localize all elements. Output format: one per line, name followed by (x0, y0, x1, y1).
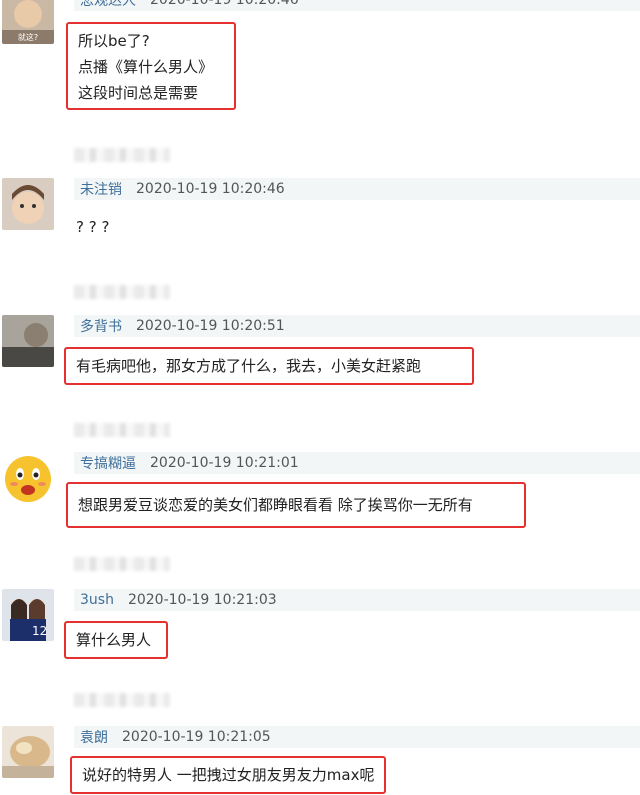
comment-text: 说好的特男人 一把拽过女朋友男友力max呢 (70, 756, 386, 794)
username-link[interactable]: 袁朗 (80, 727, 108, 747)
blurred-area (74, 148, 170, 162)
username-link[interactable]: 未注销 (80, 179, 122, 199)
timestamp: 2020-10-19 10:21:05 (122, 729, 271, 745)
blurred-area (74, 693, 170, 707)
comment-text: 有毛病吧他，那女方成了什么，我去，小美女赶紧跑 (64, 347, 474, 385)
timestamp: 2020-10-19 10:20:46 (150, 0, 299, 8)
avatar[interactable]: 就这? (2, 0, 54, 44)
comment-text: ? ? ? (76, 218, 109, 236)
username-link[interactable]: 专搞糊逼 (80, 453, 136, 473)
avatar[interactable] (2, 315, 54, 367)
comment-text: 算什么男人 (64, 621, 168, 659)
timestamp: 2020-10-19 10:20:46 (136, 181, 285, 197)
blurred-area (74, 423, 170, 437)
username-link[interactable]: 3ush (80, 592, 114, 608)
comment-line: 说好的特男人 一把拽过女朋友男友力max呢 (82, 766, 375, 784)
comment-meta: 袁朗 2020-10-19 10:21:05 (74, 726, 640, 748)
comment-text: 所以be了? 点播《算什么男人》 这段时间总是需要 (66, 22, 236, 110)
comment-line: 点播《算什么男人》 (78, 58, 214, 76)
avatar[interactable] (2, 178, 54, 230)
comment-line: 算什么男人 (76, 631, 152, 649)
avatar[interactable]: 12 (2, 589, 54, 641)
svg-text:12: 12 (32, 624, 47, 638)
comment-line: 想跟男爱豆谈恋爱的美女们都睁眼看看 除了挨骂你一无所有 (78, 496, 473, 514)
comment-text: 想跟男爱豆谈恋爱的美女们都睁眼看看 除了挨骂你一无所有 (66, 482, 526, 528)
comment-meta: 悲观达人 2020-10-19 10:20:46 (74, 0, 640, 11)
comment-meta: 3ush 2020-10-19 10:21:03 (74, 589, 640, 611)
comment-line: 这段时间总是需要 (78, 84, 199, 102)
comment-line: 所以be了? (78, 32, 150, 50)
timestamp: 2020-10-19 10:21:01 (150, 455, 299, 471)
timestamp: 2020-10-19 10:20:51 (136, 318, 285, 334)
comment-line: ? ? ? (76, 218, 110, 236)
blurred-area (74, 557, 170, 571)
blurred-area (74, 285, 170, 299)
avatar-caption: 就这? (18, 32, 38, 42)
timestamp: 2020-10-19 10:21:03 (127, 592, 277, 608)
comment-line: 有毛病吧他，那女方成了什么，我去，小美女赶紧跑 (76, 357, 422, 375)
avatar[interactable] (2, 452, 54, 504)
comment-meta: 多背书 2020-10-19 10:20:51 (74, 315, 640, 337)
avatar[interactable] (2, 726, 54, 778)
username-link[interactable]: 多背书 (80, 316, 122, 336)
comment-meta: 未注销 2020-10-19 10:20:46 (74, 178, 640, 200)
comment-meta: 专搞糊逼 2020-10-19 10:21:01 (74, 452, 640, 474)
username-link[interactable]: 悲观达人 (80, 0, 136, 10)
